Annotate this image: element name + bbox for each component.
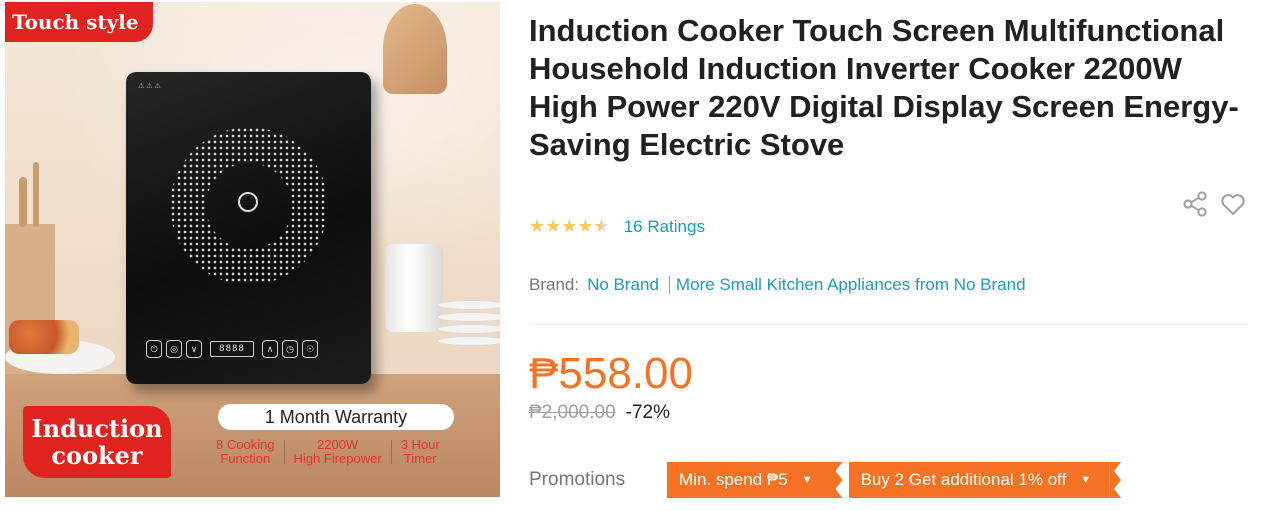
warning-icons: ⚠ ⚠ ⚠ bbox=[138, 83, 161, 90]
control-panel: ⏻ ◎ ∨ 8888 ∧ ◷ ☉ bbox=[146, 334, 356, 370]
function-icon: ◎ bbox=[166, 340, 182, 358]
feature-timer: 3 Hour Timer bbox=[392, 438, 449, 466]
caret-down-icon: ▼ bbox=[1080, 474, 1092, 486]
feature-list: 8 Cooking Function 2200W High Firepower … bbox=[207, 438, 449, 466]
voucher-label: Min. spend ₱5 bbox=[679, 470, 788, 489]
share-icon[interactable] bbox=[1181, 190, 1209, 218]
feature-line: 2200W bbox=[317, 437, 359, 452]
product-title: Induction Cooker Touch Screen Multifunct… bbox=[529, 13, 1239, 162]
cooker-logo-icon bbox=[238, 192, 258, 212]
feature-line: Timer bbox=[403, 451, 437, 466]
ratings-link[interactable]: 16 Ratings bbox=[624, 217, 705, 237]
discount-badge: -72% bbox=[625, 402, 670, 423]
product-info: Induction Cooker Touch Screen Multifunct… bbox=[529, 0, 1259, 511]
voucher-buy-2[interactable]: Buy 2 Get additional 1% off ▼ bbox=[848, 462, 1110, 498]
feature-firepower: 2200W High Firepower bbox=[285, 438, 391, 466]
voucher-label: Buy 2 Get additional 1% off bbox=[860, 470, 1067, 489]
heart-icon[interactable] bbox=[1219, 190, 1247, 218]
down-icon: ∨ bbox=[186, 340, 202, 358]
product-image[interactable]: ⚠ ⚠ ⚠ ⏻ ◎ ∨ 8888 ∧ ◷ ☉ Touch style Induc… bbox=[5, 2, 500, 497]
touch-style-badge: Touch style bbox=[5, 2, 153, 42]
original-price: ₱2,000.00 bbox=[529, 402, 616, 423]
digital-display: 8888 bbox=[210, 341, 254, 357]
feature-line: Function bbox=[220, 451, 271, 466]
feature-line: 8 Cooking bbox=[216, 437, 275, 452]
caret-down-icon: ▼ bbox=[801, 474, 813, 486]
induction-cooker-badge: Induction cooker bbox=[23, 406, 171, 478]
feature-cooking: 8 Cooking Function bbox=[207, 438, 284, 466]
spoon-decor bbox=[19, 177, 27, 227]
original-price-row: ₱2,000.00 -72% bbox=[529, 402, 670, 424]
brand-link[interactable]: No Brand bbox=[587, 275, 659, 295]
voucher-min-spend[interactable]: Min. spend ₱5 ▼ bbox=[667, 462, 831, 498]
timer-icon: ◷ bbox=[282, 340, 298, 358]
image-feature-band: Induction cooker 1 Month Warranty 8 Cook… bbox=[23, 404, 483, 482]
badge-line-1: Induction bbox=[31, 414, 163, 443]
promotions-label: Promotions bbox=[529, 469, 626, 490]
brand-label: Brand: bbox=[529, 275, 580, 294]
power-icon: ⏻ bbox=[146, 340, 162, 358]
feature-line: 3 Hour bbox=[400, 437, 440, 452]
star-rating-icon: ★★★★★★ bbox=[529, 216, 610, 236]
lock-icon: ☉ bbox=[302, 340, 318, 358]
rating-row: ★★★★★★ 16 Ratings bbox=[529, 216, 705, 237]
induction-cooker-illustration: ⚠ ⚠ ⚠ ⏻ ◎ ∨ 8888 ∧ ◷ ☉ bbox=[126, 72, 371, 384]
fork-decor bbox=[33, 162, 39, 227]
food-decor bbox=[9, 320, 79, 354]
product-actions bbox=[1181, 190, 1247, 218]
promotions-row: Promotions Min. spend ₱5 ▼ Buy 2 Get add… bbox=[529, 462, 1127, 498]
section-divider bbox=[529, 324, 1248, 325]
cup-decor bbox=[385, 244, 443, 332]
feature-line: High Firepower bbox=[293, 451, 382, 466]
warranty-pill: 1 Month Warranty bbox=[218, 404, 454, 430]
cutting-board-decor bbox=[383, 4, 447, 94]
more-from-brand-link[interactable]: More Small Kitchen Appliances from No Br… bbox=[676, 275, 1026, 295]
badge-line-2: cooker bbox=[51, 441, 143, 470]
up-icon: ∧ bbox=[262, 340, 278, 358]
plates-decor bbox=[437, 300, 500, 350]
brand-divider bbox=[668, 276, 670, 294]
brand-row: Brand: No Brand More Small Kitchen Appli… bbox=[529, 275, 1026, 295]
current-price: ₱558.00 bbox=[529, 349, 693, 398]
